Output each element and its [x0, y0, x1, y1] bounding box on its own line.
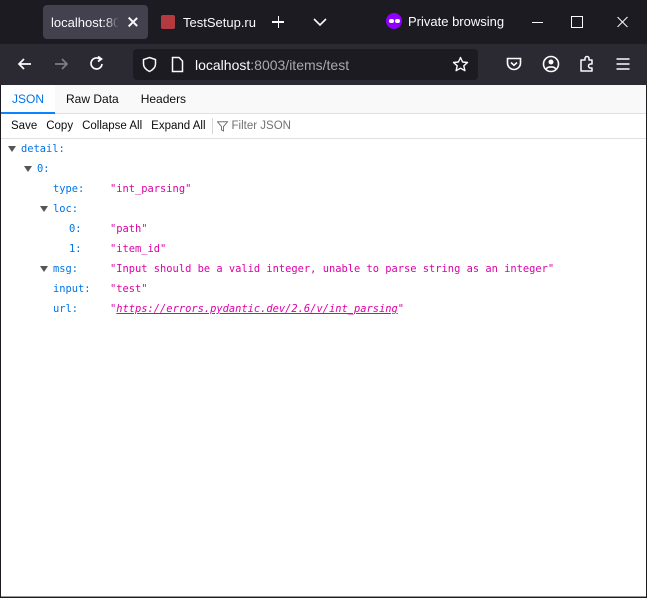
private-browsing-indicator: Private browsing	[386, 13, 504, 29]
tree-row-detail[interactable]: detail:	[1, 139, 646, 159]
chevron-down-icon	[313, 18, 327, 27]
filter-placeholder: Filter JSON	[231, 120, 291, 132]
tree-row-item-0[interactable]: 0:	[1, 159, 646, 179]
json-key: 0:	[37, 163, 50, 175]
json-key: 0:	[69, 223, 82, 235]
expand-triangle-icon[interactable]	[8, 146, 16, 152]
new-tab-button[interactable]	[268, 12, 288, 32]
json-string-value: "test"	[110, 283, 148, 295]
json-key: url:	[53, 303, 79, 315]
expand-all-button[interactable]: Expand All	[148, 120, 208, 132]
arrow-right-icon	[55, 58, 69, 70]
json-viewer: JSON Raw Data Headers Save Copy Collapse…	[1, 85, 646, 597]
tab-raw-data[interactable]: Raw Data	[55, 85, 130, 114]
tree-row-input[interactable]: input: "test"	[1, 279, 646, 299]
minimize-button[interactable]	[528, 12, 548, 32]
private-mask-icon	[386, 13, 402, 29]
puzzle-icon	[580, 55, 593, 72]
filter-funnel-icon	[216, 120, 228, 132]
tab-title: TestSetup.ru	[183, 14, 256, 30]
favicon-icon	[161, 15, 175, 29]
expand-triangle-icon[interactable]	[40, 266, 48, 272]
tree-row-loc-0[interactable]: 0: "path"	[1, 219, 646, 239]
json-url-value: "https://errors.pydantic.dev/2.6/v/int_p…	[110, 299, 404, 319]
hamburger-menu-icon	[616, 58, 630, 70]
close-window-button[interactable]	[613, 12, 633, 32]
save-button[interactable]: Save	[8, 120, 40, 132]
back-button[interactable]	[15, 54, 35, 74]
navigation-bar: localhost:8003/items/test	[0, 44, 647, 85]
json-string-value: "int_parsing"	[110, 183, 192, 195]
close-tab-icon[interactable]	[125, 14, 141, 30]
quote-close: "	[397, 303, 405, 315]
filter-json-input[interactable]: Filter JSON	[216, 120, 291, 132]
json-string-value: "item_id"	[110, 243, 167, 255]
menu-button[interactable]	[613, 54, 633, 74]
expand-triangle-icon[interactable]	[40, 206, 48, 212]
expand-triangle-icon[interactable]	[24, 166, 32, 172]
copy-button[interactable]: Copy	[43, 120, 76, 132]
tab-headers[interactable]: Headers	[130, 85, 197, 114]
tab-testsetup[interactable]: TestSetup.ru	[158, 5, 263, 39]
json-key: detail:	[21, 143, 65, 155]
title-bar: localhost:8003/items/test TestSetup.ru P…	[0, 0, 647, 44]
reload-icon	[90, 55, 103, 70]
page-info-icon[interactable]	[169, 56, 186, 73]
extensions-button[interactable]	[577, 54, 597, 74]
tab-json[interactable]: JSON	[1, 85, 56, 114]
url-text[interactable]: localhost:8003/items/test	[195, 57, 349, 73]
forward-button[interactable]	[51, 54, 71, 74]
json-key: 1:	[69, 243, 82, 255]
json-key: input:	[53, 283, 91, 295]
tree-row-loc[interactable]: loc:	[1, 199, 646, 219]
private-browsing-label: Private browsing	[408, 13, 505, 29]
tree-row-url[interactable]: url: "https://errors.pydantic.dev/2.6/v/…	[1, 299, 646, 319]
url-link[interactable]: https://errors.pydantic.dev/2.6/v/int_pa…	[116, 303, 398, 315]
json-string-value: "path"	[110, 223, 148, 235]
maximize-button[interactable]	[567, 12, 587, 32]
address-bar[interactable]: localhost:8003/items/test	[133, 49, 478, 80]
account-icon	[542, 55, 560, 73]
collapse-all-button[interactable]: Collapse All	[79, 120, 145, 132]
account-button[interactable]	[541, 54, 561, 74]
reload-button[interactable]	[87, 54, 107, 74]
tab-title: localhost:8003/items/test	[51, 14, 119, 30]
url-host: localhost	[195, 57, 251, 73]
tree-row-type[interactable]: type: "int_parsing"	[1, 179, 646, 199]
json-string-value: "Input should be a valid integer, unable…	[110, 263, 555, 275]
tracking-protection-shield-icon[interactable]	[141, 56, 158, 73]
json-key: loc:	[53, 203, 79, 215]
viewer-toolbar: Save Copy Collapse All Expand All Filter…	[1, 114, 646, 139]
toolbar-divider	[211, 118, 213, 134]
viewer-tabs: JSON Raw Data Headers	[1, 85, 646, 114]
tree-row-loc-1[interactable]: 1: "item_id"	[1, 239, 646, 259]
json-key: msg:	[53, 263, 79, 275]
pocket-icon	[506, 57, 522, 71]
tree-row-msg[interactable]: msg: "Input should be a valid integer, u…	[1, 259, 646, 279]
url-path: :8003/items/test	[250, 57, 350, 73]
arrow-left-icon	[17, 58, 31, 70]
list-all-tabs-button[interactable]	[310, 12, 330, 32]
json-key: type:	[53, 183, 85, 195]
bookmark-star-icon[interactable]	[452, 56, 469, 73]
pocket-button[interactable]	[504, 54, 524, 74]
tab-localhost[interactable]: localhost:8003/items/test	[43, 5, 148, 39]
